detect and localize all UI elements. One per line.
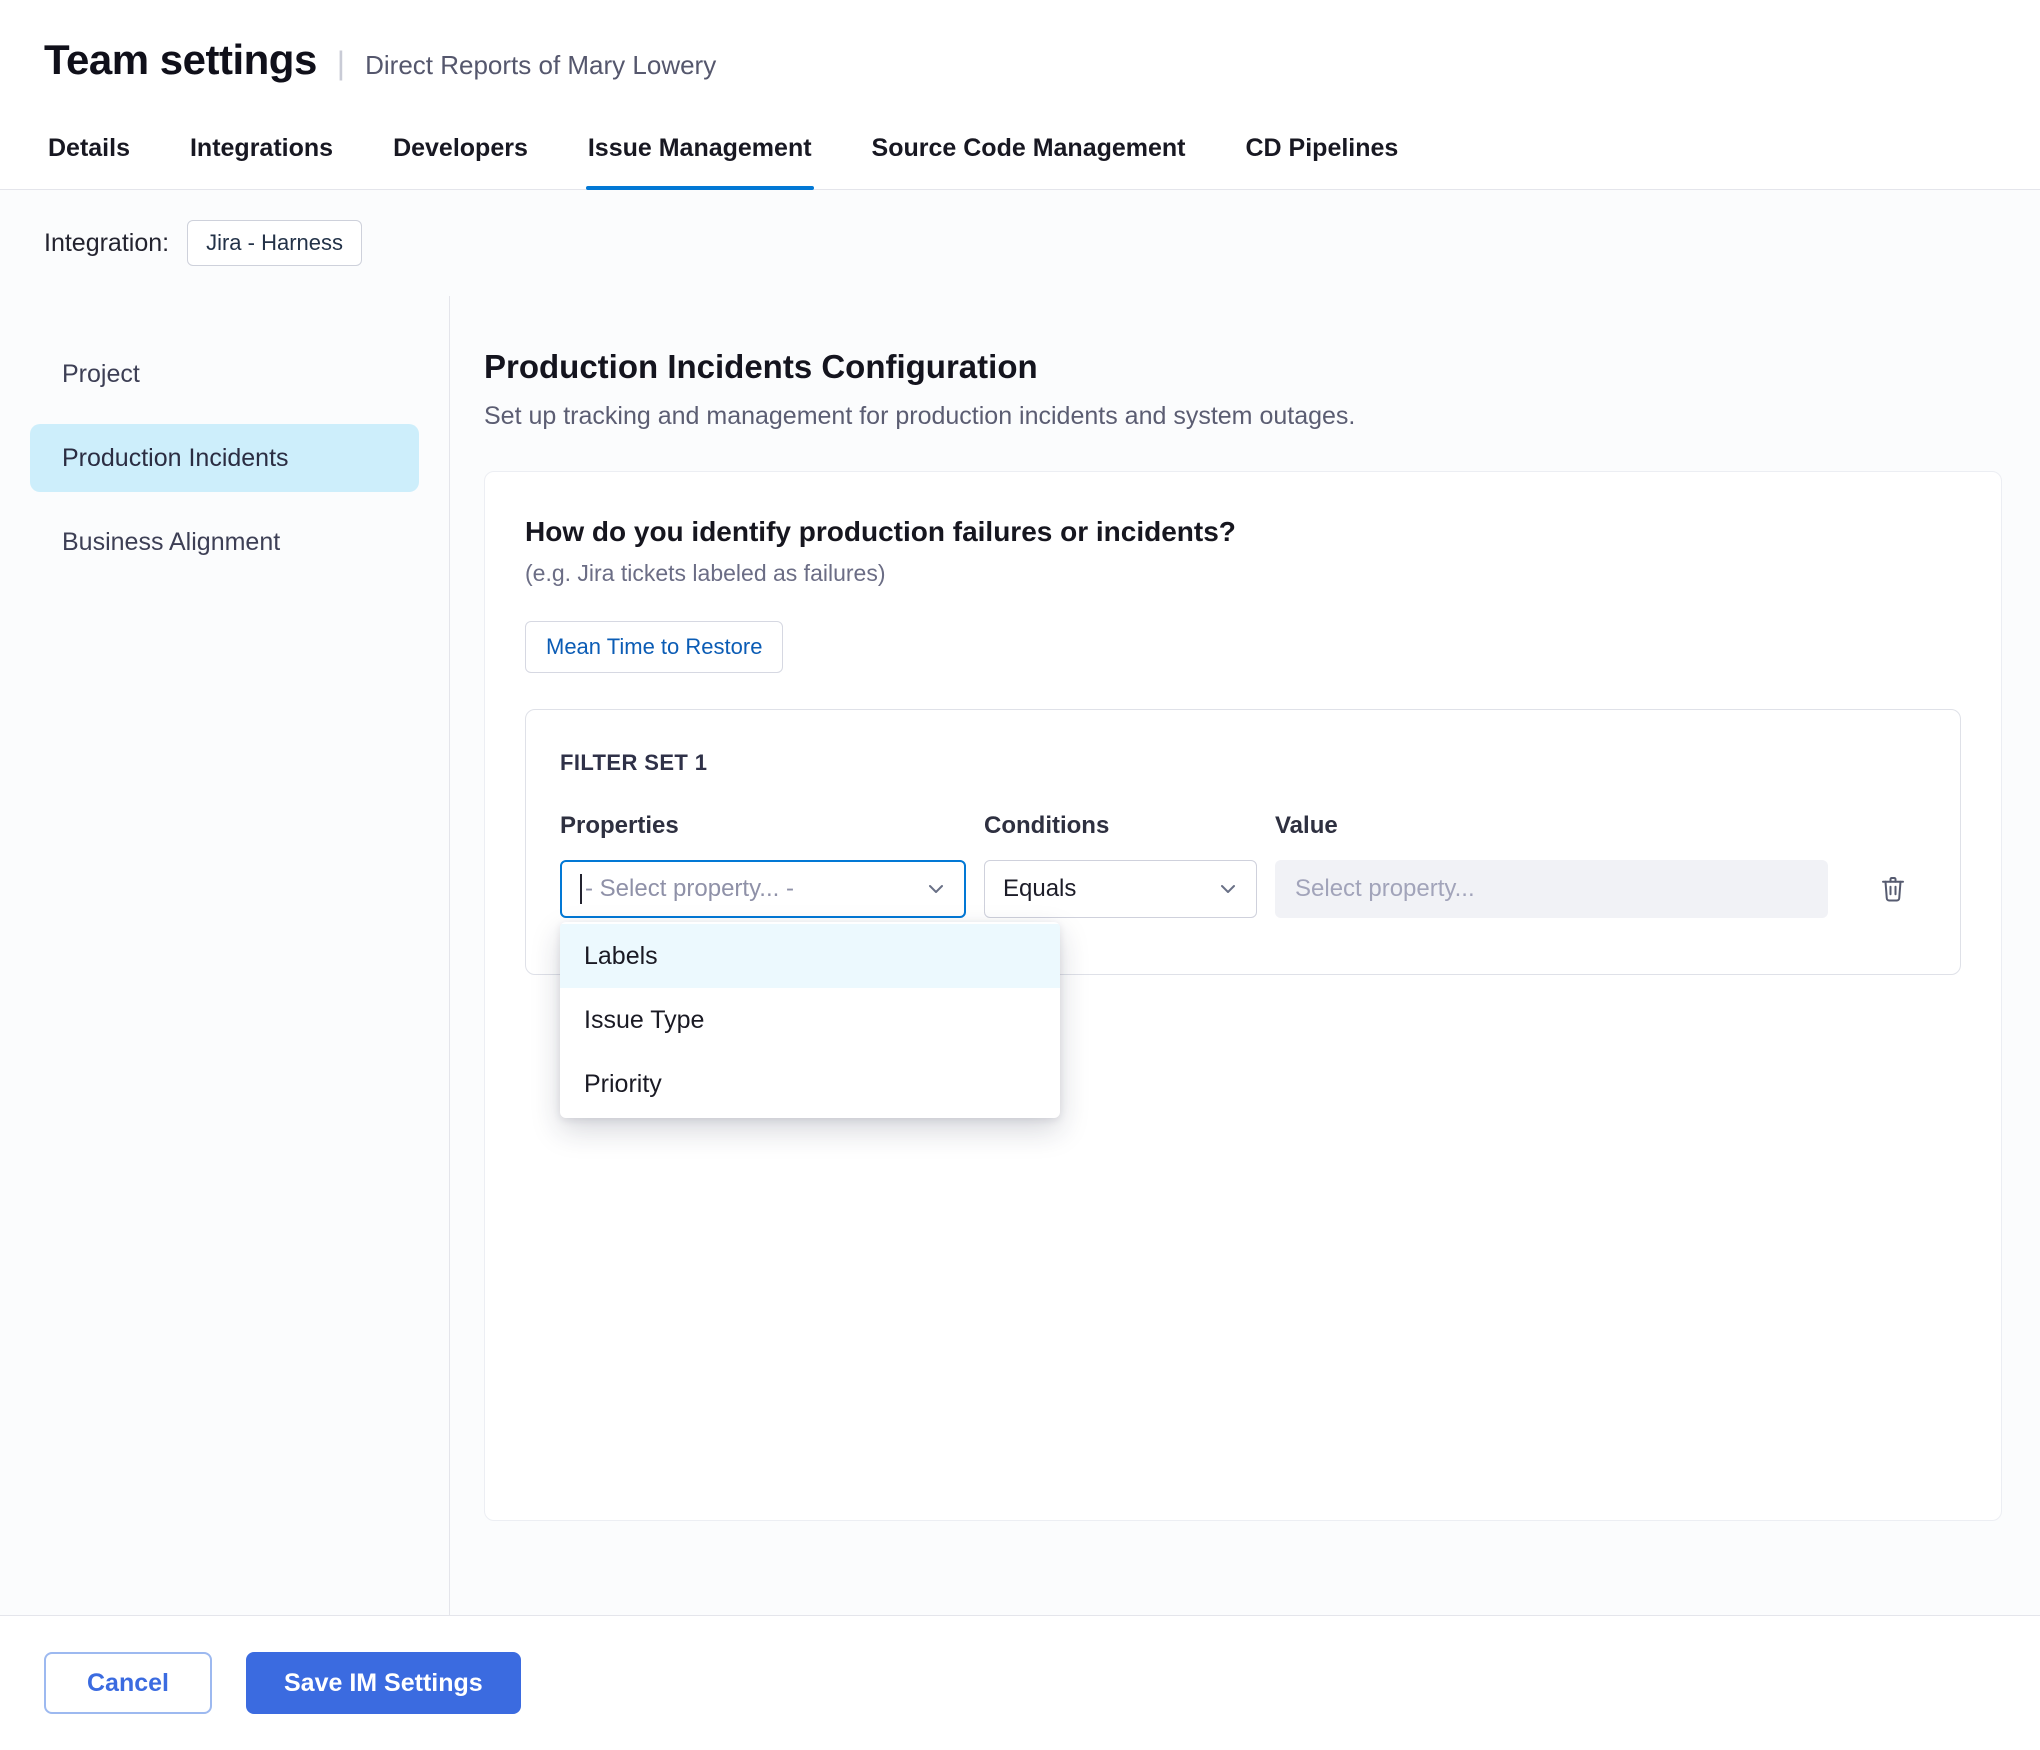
sidebar-item-production-incidents[interactable]: Production Incidents	[30, 424, 419, 492]
filter-row: Properties - Select property... - Condit…	[560, 812, 1926, 918]
condition-select[interactable]: Equals	[984, 860, 1257, 918]
config-hint: (e.g. Jira tickets labeled as failures)	[525, 560, 1961, 587]
tab-issue-management[interactable]: Issue Management	[586, 108, 814, 189]
trash-icon	[1878, 872, 1908, 904]
incidents-config-card: How do you identify production failures …	[484, 471, 2002, 1521]
dropdown-option-labels[interactable]: Labels	[560, 924, 1060, 988]
value-input[interactable]	[1275, 860, 1828, 918]
tab-integrations[interactable]: Integrations	[188, 108, 335, 189]
filter-set-box: FILTER SET 1 Properties - Select propert…	[525, 709, 1961, 975]
chevron-down-icon	[924, 877, 948, 901]
chevron-down-icon	[1216, 877, 1240, 901]
property-dropdown-menu: Labels Issue Type Priority	[560, 922, 1060, 1118]
tab-cd-pipelines[interactable]: CD Pipelines	[1244, 108, 1401, 189]
page-header: Team settings | Direct Reports of Mary L…	[0, 0, 2040, 108]
cancel-button[interactable]: Cancel	[44, 1652, 212, 1714]
section-subtitle: Set up tracking and management for produ…	[484, 402, 2002, 431]
sidebar: Project Production Incidents Business Al…	[0, 296, 450, 1615]
settings-tab-bar: Details Integrations Developers Issue Ma…	[0, 108, 2040, 190]
tab-details[interactable]: Details	[46, 108, 132, 189]
delete-filter-button[interactable]	[1874, 868, 1912, 908]
tab-source-code-management[interactable]: Source Code Management	[870, 108, 1188, 189]
sidebar-item-project[interactable]: Project	[30, 340, 419, 408]
integration-row: Integration: Jira - Harness	[0, 190, 2040, 296]
integration-label: Integration:	[44, 229, 169, 258]
metric-tab-mean-time-to-restore[interactable]: Mean Time to Restore	[525, 621, 783, 673]
text-cursor	[580, 874, 582, 904]
sidebar-item-business-alignment[interactable]: Business Alignment	[30, 508, 419, 576]
property-select-value: - Select property... -	[585, 875, 794, 903]
team-name-subtitle: Direct Reports of Mary Lowery	[365, 50, 716, 81]
property-select[interactable]: - Select property... -	[560, 860, 966, 918]
section-title: Production Incidents Configuration	[484, 348, 2002, 386]
title-divider: |	[337, 45, 345, 82]
page-title: Team settings	[44, 36, 317, 84]
dropdown-option-issue-type[interactable]: Issue Type	[560, 988, 1060, 1052]
condition-select-value: Equals	[1003, 875, 1076, 903]
value-column-label: Value	[1275, 812, 1828, 840]
conditions-column-label: Conditions	[984, 812, 1257, 840]
content-area: Project Production Incidents Business Al…	[0, 296, 2040, 1615]
integration-chip[interactable]: Jira - Harness	[187, 220, 362, 266]
properties-column-label: Properties	[560, 812, 966, 840]
config-question: How do you identify production failures …	[525, 516, 1961, 548]
save-im-settings-button[interactable]: Save IM Settings	[246, 1652, 521, 1714]
filter-set-title: FILTER SET 1	[560, 750, 1926, 776]
main-panel: Production Incidents Configuration Set u…	[450, 296, 2040, 1615]
dropdown-option-priority[interactable]: Priority	[560, 1052, 1060, 1116]
tab-developers[interactable]: Developers	[391, 108, 530, 189]
footer-action-bar: Cancel Save IM Settings	[0, 1615, 2040, 1750]
